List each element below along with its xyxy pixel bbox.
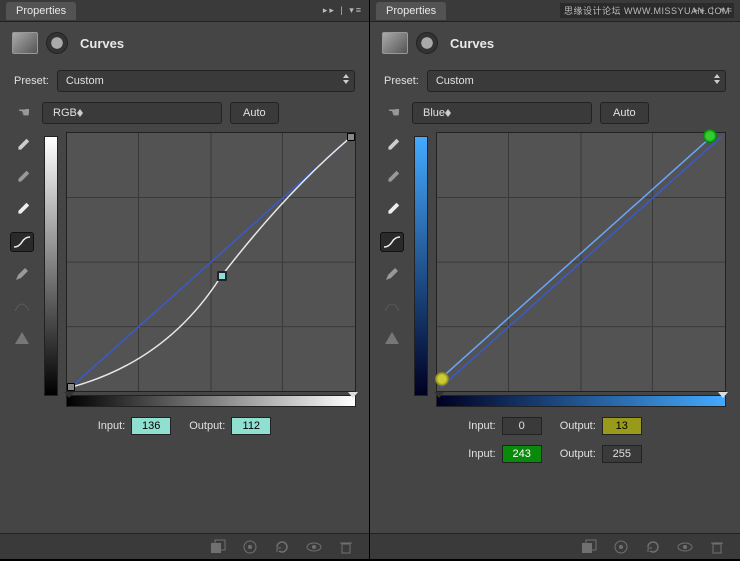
preset-select[interactable]: Custom bbox=[427, 70, 726, 92]
eyedropper-white-icon[interactable] bbox=[10, 200, 34, 220]
curve-point-selected[interactable] bbox=[217, 271, 227, 281]
black-slider[interactable] bbox=[434, 392, 444, 398]
output-gradient bbox=[414, 136, 428, 396]
eyedropper-white-icon[interactable] bbox=[380, 200, 404, 220]
layer-mask-icon[interactable] bbox=[46, 32, 68, 54]
properties-tab[interactable]: Properties bbox=[376, 2, 446, 20]
smooth-icon[interactable] bbox=[10, 296, 34, 316]
black-slider[interactable] bbox=[64, 392, 74, 398]
clip-to-layer-icon[interactable] bbox=[580, 538, 598, 556]
view-previous-icon[interactable] bbox=[612, 538, 630, 556]
channel-select[interactable]: RGB bbox=[42, 102, 222, 124]
curve-point-white[interactable] bbox=[703, 129, 717, 143]
curve-point-black[interactable] bbox=[435, 372, 449, 386]
panel-title: Curves bbox=[80, 36, 124, 51]
layer-mask-icon[interactable] bbox=[416, 32, 438, 54]
preset-select[interactable]: Custom bbox=[57, 70, 355, 92]
clip-warning-icon[interactable] bbox=[380, 328, 404, 348]
input-value[interactable]: 136 bbox=[131, 417, 171, 435]
channel-value: Blue bbox=[423, 107, 445, 119]
preset-value: Custom bbox=[66, 75, 104, 87]
input-label: Input: bbox=[468, 448, 496, 460]
trash-icon[interactable] bbox=[337, 538, 355, 556]
output-gradient bbox=[44, 136, 58, 396]
auto-button[interactable]: Auto bbox=[600, 102, 649, 124]
preset-value: Custom bbox=[436, 75, 474, 87]
view-previous-icon[interactable] bbox=[241, 538, 259, 556]
input-gradient bbox=[66, 395, 356, 407]
clip-to-layer-icon[interactable] bbox=[209, 538, 227, 556]
output-value[interactable]: 13 bbox=[602, 417, 642, 435]
visibility-icon[interactable] bbox=[676, 538, 694, 556]
channel-select[interactable]: Blue bbox=[412, 102, 592, 124]
pencil-tool-icon[interactable] bbox=[10, 264, 34, 284]
white-slider[interactable] bbox=[718, 392, 728, 398]
eyedropper-gray-icon[interactable] bbox=[10, 168, 34, 188]
eyedropper-black-icon[interactable] bbox=[380, 136, 404, 156]
input-value[interactable]: 243 bbox=[502, 445, 542, 463]
reset-icon[interactable] bbox=[644, 538, 662, 556]
visibility-icon[interactable] bbox=[305, 538, 323, 556]
watermark: 思缘设计论坛 WWW.MISSYUAN.COM bbox=[560, 3, 734, 18]
output-label: Output: bbox=[189, 420, 225, 432]
output-label: Output: bbox=[560, 448, 596, 460]
panel-title: Curves bbox=[450, 36, 494, 51]
auto-button[interactable]: Auto bbox=[230, 102, 279, 124]
curve-graph[interactable] bbox=[436, 132, 726, 392]
input-label: Input: bbox=[468, 420, 496, 432]
curves-adjustment-icon bbox=[382, 32, 408, 54]
output-value[interactable]: 112 bbox=[231, 417, 271, 435]
preset-label: Preset: bbox=[384, 75, 419, 87]
curve-graph[interactable] bbox=[66, 132, 356, 392]
white-slider[interactable] bbox=[348, 392, 358, 398]
channel-value: RGB bbox=[53, 107, 77, 119]
clip-warning-icon[interactable] bbox=[10, 328, 34, 348]
eyedropper-black-icon[interactable] bbox=[10, 136, 34, 156]
curve-point-highlight[interactable] bbox=[347, 133, 355, 141]
targeted-adjustment-icon[interactable]: ☚ bbox=[14, 104, 34, 122]
curve-tool-icon[interactable] bbox=[10, 232, 34, 252]
input-value[interactable]: 0 bbox=[502, 417, 542, 435]
pencil-tool-icon[interactable] bbox=[380, 264, 404, 284]
targeted-adjustment-icon[interactable]: ☚ bbox=[384, 104, 404, 122]
trash-icon[interactable] bbox=[708, 538, 726, 556]
reset-icon[interactable] bbox=[273, 538, 291, 556]
panel-collapse-icon[interactable]: ▸▸ | ▾≡ bbox=[323, 5, 363, 16]
input-gradient bbox=[436, 395, 726, 407]
output-label: Output: bbox=[560, 420, 596, 432]
preset-label: Preset: bbox=[14, 75, 49, 87]
input-label: Input: bbox=[98, 420, 126, 432]
curve-point-shadow[interactable] bbox=[67, 383, 75, 391]
smooth-icon[interactable] bbox=[380, 296, 404, 316]
output-value[interactable]: 255 bbox=[602, 445, 642, 463]
eyedropper-gray-icon[interactable] bbox=[380, 168, 404, 188]
curve-tool-icon[interactable] bbox=[380, 232, 404, 252]
curves-adjustment-icon bbox=[12, 32, 38, 54]
properties-tab[interactable]: Properties bbox=[6, 2, 76, 20]
